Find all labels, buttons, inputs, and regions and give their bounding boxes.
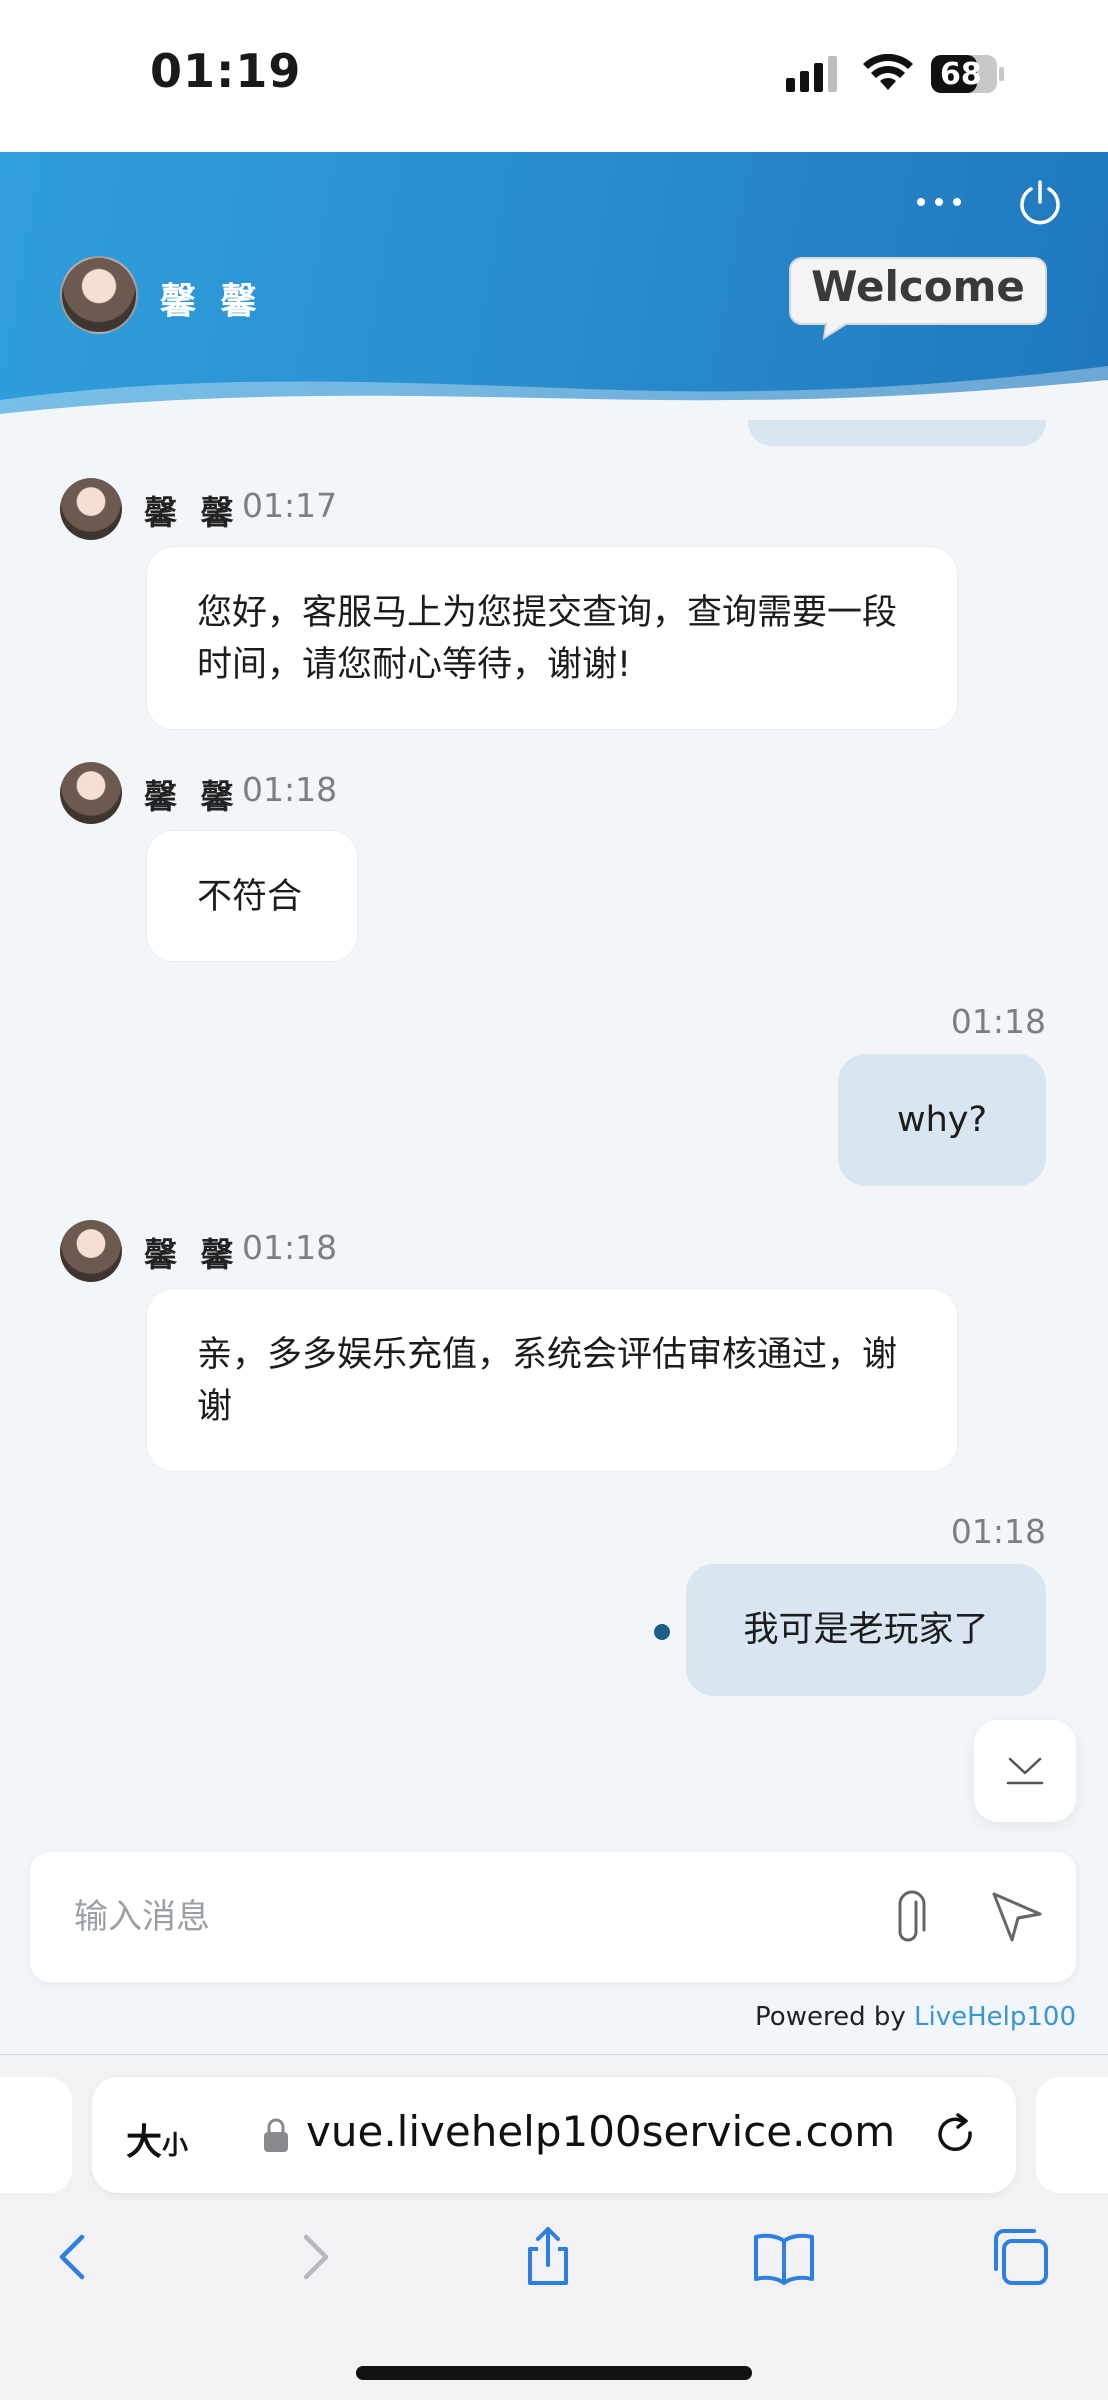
text-size-small: 小	[162, 2131, 189, 2161]
scroll-to-bottom-button[interactable]	[974, 1720, 1076, 1822]
message-sender: 馨 馨	[144, 1235, 240, 1274]
url-text: vue.livehelp100service.com	[306, 2107, 896, 2156]
forward-icon[interactable]	[282, 2225, 346, 2289]
message-sender: 馨 馨	[144, 777, 240, 816]
message-bubble: 亲，多多娱乐充值，系统会评估审核通过，谢谢	[146, 1288, 958, 1472]
message-composer	[30, 1852, 1076, 1982]
my-message-bubble: 我可是老玩家了	[686, 1564, 1046, 1696]
battery-icon: 68	[930, 54, 1006, 94]
address-bar[interactable]: 大小 vue.livehelp100service.com	[92, 2077, 1016, 2193]
chevron-down-icon	[1006, 1757, 1044, 1785]
powered-by-label: Powered by	[755, 2002, 914, 2032]
power-icon[interactable]	[1016, 178, 1064, 226]
header-wave	[0, 366, 1108, 420]
message-avatar	[60, 762, 122, 824]
welcome-badge: Welcome	[788, 256, 1048, 340]
home-indicator	[356, 2366, 752, 2380]
message-time: 01:18	[950, 1002, 1046, 1041]
message-bubble: 您好，客服马上为您提交查询，查询需要一段时间，请您耐心等待，谢谢!	[146, 546, 958, 730]
text-size-big: 大	[126, 2122, 163, 2163]
more-options-icon[interactable]	[914, 190, 964, 214]
message-time: 01:18	[242, 1228, 338, 1267]
message-input[interactable]	[74, 1886, 854, 1948]
previous-message-bubble	[748, 420, 1046, 446]
reload-icon[interactable]	[932, 2111, 980, 2159]
paperclip-icon[interactable]	[882, 1888, 938, 1948]
agent-avatar	[60, 256, 138, 334]
powered-by-link[interactable]: LiveHelp100	[914, 2002, 1076, 2032]
powered-by: Powered by LiveHelp100	[755, 2002, 1076, 2032]
message-bubble: 不符合	[146, 830, 358, 962]
message-list[interactable]: 馨 馨 01:17 您好，客服马上为您提交查询，查询需要一段时间，请您耐心等待，…	[0, 420, 1108, 1840]
message-avatar	[60, 478, 122, 540]
message-time: 01:18	[950, 1512, 1046, 1551]
agent-name: 馨 馨	[160, 281, 263, 322]
battery-level: 68	[940, 57, 982, 92]
bookmarks-icon[interactable]	[752, 2225, 816, 2289]
text-size-button[interactable]: 大小	[126, 2113, 188, 2165]
status-bar: 01:19 68	[0, 0, 1108, 152]
send-icon[interactable]	[988, 1888, 1046, 1946]
welcome-text: Welcome	[811, 262, 1025, 311]
browser-toolbar: 大小 vue.livehelp100service.com	[0, 2054, 1108, 2400]
cellular-signal-icon	[786, 56, 837, 92]
share-icon[interactable]	[516, 2225, 580, 2289]
status-time: 01:19	[150, 44, 302, 98]
tabs-icon[interactable]	[988, 2225, 1052, 2289]
wifi-icon	[863, 54, 913, 90]
unread-indicator	[654, 1624, 670, 1640]
message-time: 01:18	[242, 770, 338, 809]
previous-tab-preview[interactable]	[0, 2077, 72, 2193]
message-sender: 馨 馨	[144, 493, 240, 532]
chat-header: 馨 馨 Welcome	[0, 152, 1108, 420]
next-tab-preview[interactable]	[1036, 2077, 1108, 2193]
message-time: 01:17	[242, 486, 338, 525]
back-icon[interactable]	[42, 2225, 106, 2289]
my-message-bubble: why?	[838, 1054, 1046, 1186]
message-avatar	[60, 1220, 122, 1282]
lock-icon	[264, 2118, 288, 2152]
